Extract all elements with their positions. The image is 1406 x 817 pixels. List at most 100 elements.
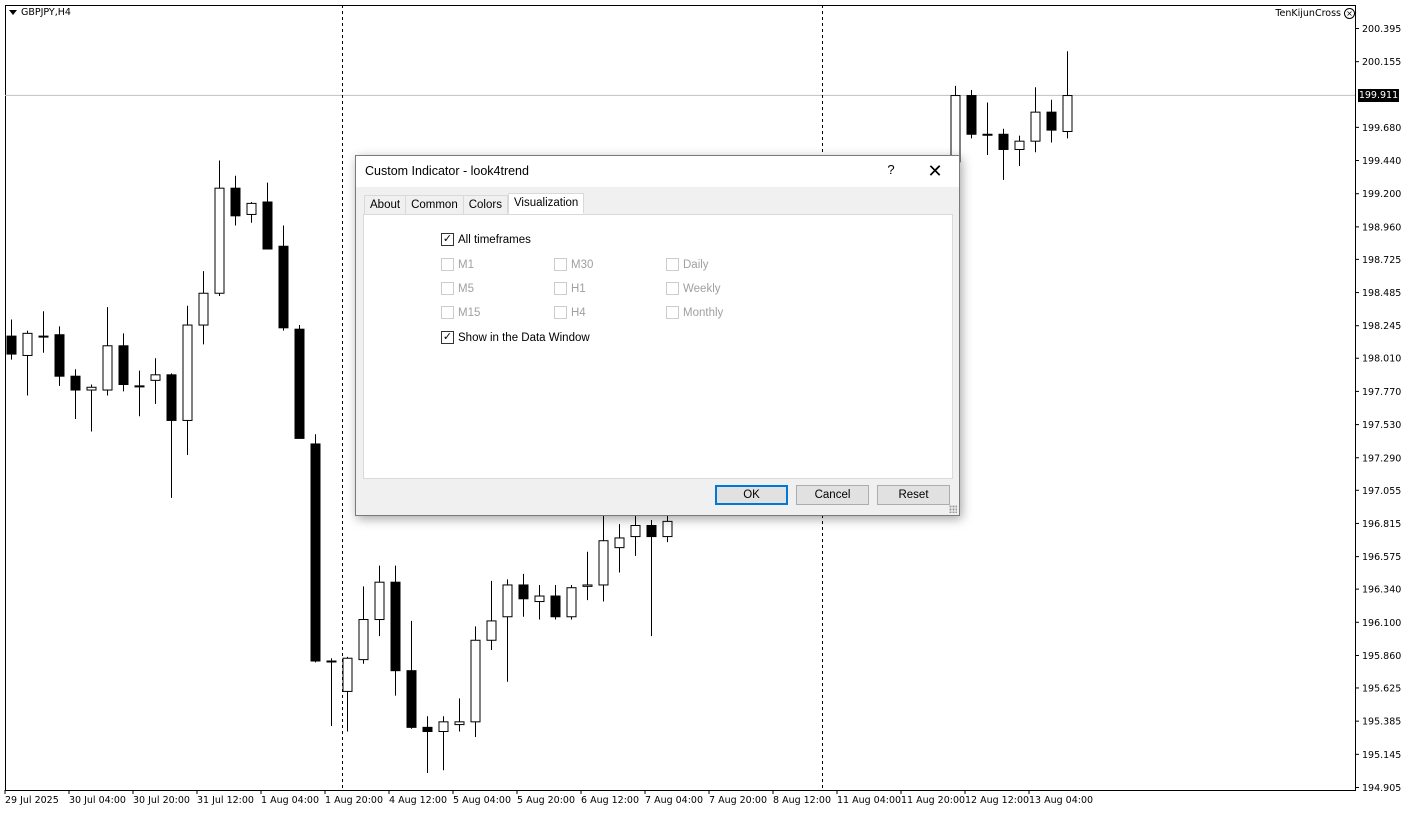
bull-candle-body [134,385,145,388]
tab-common[interactable]: Common [406,195,464,215]
price-tick-label: 198.010 [1362,354,1401,365]
m5-label: M5 [458,282,474,295]
bull-candle-body [182,324,193,421]
show-data-window-option[interactable]: ✓ Show in the Data Window [441,331,590,344]
all-timeframes-option[interactable]: ✓ All timeframes [441,233,531,246]
symbol-label[interactable]: GBPJPY,H4 [9,7,71,18]
time-tick-label: 12 Aug 12:00 [965,795,1029,806]
price-tick-label: 195.860 [1362,651,1401,662]
timeframe-option-m1[interactable]: M1 [441,258,474,271]
bull-candle-body [454,721,465,726]
tab-about[interactable]: About [364,195,407,215]
h1-checkbox[interactable] [554,282,567,295]
m15-label: M15 [458,306,481,319]
show-data-window-label: Show in the Data Window [458,331,590,344]
help-button[interactable]: ? [886,162,896,180]
bear-candle-body [550,595,561,618]
bull-candle-body [358,619,369,661]
bull-candle-body [438,721,449,733]
timeframe-option-m30[interactable]: M30 [554,258,593,271]
time-tick-label: 30 Jul 20:00 [133,795,190,806]
time-tick-label: 5 Aug 20:00 [517,795,575,806]
price-tick-label: 197.530 [1362,420,1401,431]
tab-bar: About Common Colors Visualization [364,193,585,215]
time-tick-label: 4 Aug 12:00 [389,795,447,806]
weekly-checkbox[interactable] [666,282,679,295]
time-tick-label: 6 Aug 12:00 [581,795,639,806]
bull-candle-body [374,581,385,621]
time-tick-label: 11 Aug 04:00 [837,795,901,806]
price-tick-label: 195.385 [1362,717,1401,728]
time-tick-label: 8 Aug 12:00 [773,795,831,806]
bull-candle-body [198,292,209,326]
time-tick-label: 11 Aug 20:00 [901,795,965,806]
bear-candle-body [966,95,977,135]
bear-candle-body [1046,111,1057,131]
h4-checkbox[interactable] [554,306,567,319]
bear-candle-body [230,187,241,217]
bull-candle-body [534,595,545,603]
reset-button[interactable]: Reset [877,485,950,505]
timeframe-option-monthly[interactable]: Monthly [666,306,723,319]
bull-candle-body [1062,95,1073,132]
dialog-titlebar[interactable]: Custom Indicator - look4trend ? ✕ [356,156,959,187]
m5-checkbox[interactable] [441,282,454,295]
indicator-label[interactable]: TenKijunCross × [1275,8,1355,19]
current-price-marker: 199.911 [1358,89,1399,102]
price-tick-label: 200.155 [1362,57,1401,68]
bull-candle-body [342,657,353,692]
monthly-checkbox[interactable] [666,306,679,319]
bull-candle-body [614,537,625,549]
timeframe-option-weekly[interactable]: Weekly [666,282,721,295]
bear-candle-body [406,670,417,728]
bear-candle-body [646,525,657,538]
show-data-window-checkbox[interactable]: ✓ [441,331,454,344]
bear-candle-body [278,245,289,329]
bear-candle-body [54,334,65,377]
daily-checkbox[interactable] [666,258,679,271]
cancel-button[interactable]: Cancel [796,485,869,505]
bear-candle-body [998,133,1009,150]
timeframe-option-h1[interactable]: H1 [554,282,586,295]
m1-label: M1 [458,258,474,271]
resize-grip-icon[interactable] [949,505,957,513]
tab-colors[interactable]: Colors [463,195,508,215]
price-tick-label: 200.395 [1362,24,1401,35]
price-tick-label: 196.100 [1362,618,1401,629]
m15-checkbox[interactable] [441,306,454,319]
bull-candle-body [566,587,577,618]
price-tick-label: 198.485 [1362,288,1401,299]
monthly-label: Monthly [683,306,724,319]
bull-candle-body [950,95,961,163]
price-tick-label: 194.905 [1362,783,1401,794]
visualization-panel: ✓ All timeframes M1 M30 Daily M5 H1 Week… [363,214,953,479]
bull-candle-body [86,386,97,391]
bear-candle-body [70,375,81,391]
time-tick-label: 7 Aug 20:00 [709,795,767,806]
all-timeframes-checkbox[interactable]: ✓ [441,233,454,246]
price-tick-label: 197.770 [1362,387,1401,398]
m1-checkbox[interactable] [441,258,454,271]
close-button[interactable]: ✕ [922,159,948,183]
timeframe-option-m5[interactable]: M5 [441,282,474,295]
ok-button[interactable]: OK [715,485,788,505]
timeframe-option-h4[interactable]: H4 [554,306,586,319]
bull-candle-body [982,133,993,136]
price-tick-label: 197.055 [1362,486,1401,497]
bear-candle-body [518,584,529,600]
timeframe-option-daily[interactable]: Daily [666,258,709,271]
price-tick-label: 197.290 [1362,453,1401,464]
bear-candle-body [166,374,177,421]
indicator-name: TenKijunCross [1275,8,1341,19]
price-tick-label: 198.245 [1362,321,1401,332]
bear-candle-body [310,443,321,662]
tab-visualization[interactable]: Visualization [507,193,585,214]
price-tick-label: 199.440 [1362,156,1401,167]
price-tick-label: 199.680 [1362,123,1401,134]
m30-checkbox[interactable] [554,258,567,271]
dropdown-triangle-icon[interactable] [9,10,17,15]
timeframe-option-m15[interactable]: M15 [441,306,480,319]
bull-candle-body [214,187,225,294]
time-tick-label: 7 Aug 04:00 [645,795,703,806]
indicator-remove-icon[interactable]: × [1344,8,1355,19]
